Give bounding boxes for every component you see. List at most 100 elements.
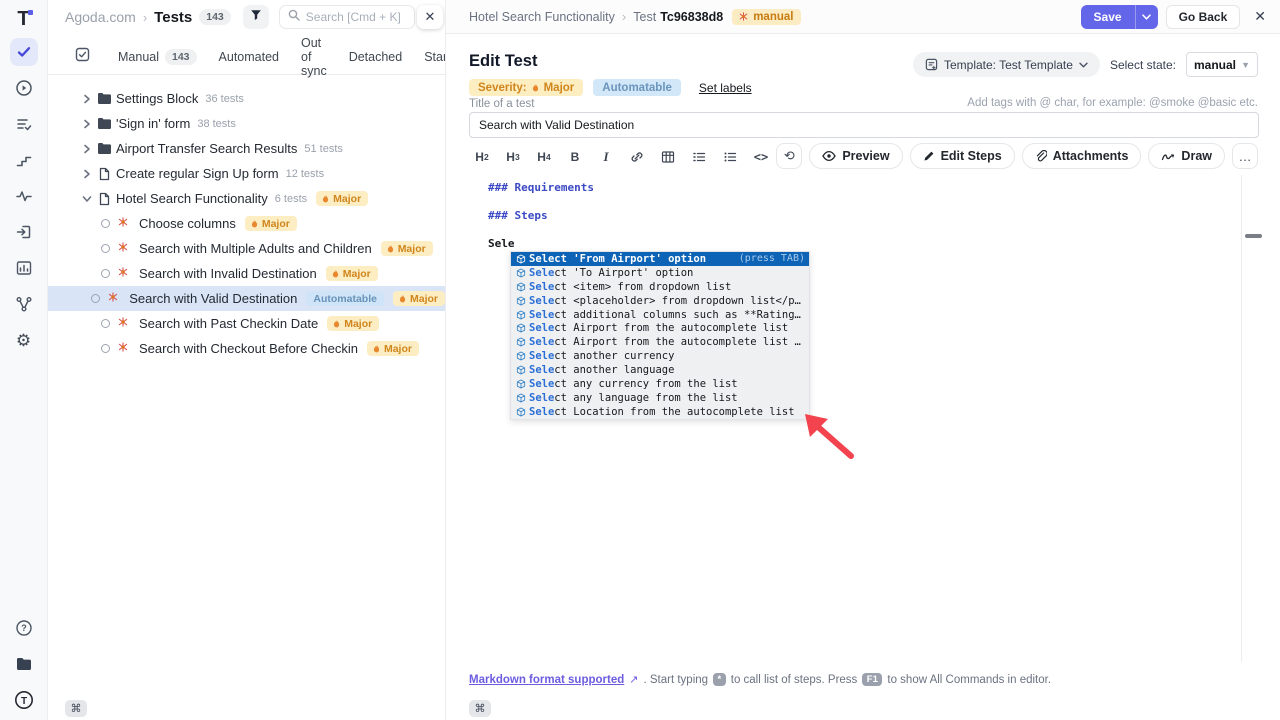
tree-suite-sign-in-form[interactable]: 'Sign in' form 38 tests	[48, 111, 445, 136]
italic-button[interactable]: I	[595, 146, 617, 168]
editor-heading-steps[interactable]: ### Steps	[488, 209, 548, 222]
nav-import[interactable]	[10, 218, 38, 246]
chevron-right-icon[interactable]	[80, 94, 94, 104]
close-search-button[interactable]: ✕	[417, 5, 443, 29]
autocomplete-item[interactable]: Select another language	[511, 363, 809, 377]
attachments-button[interactable]: Attachments	[1022, 143, 1142, 169]
link-button[interactable]	[626, 146, 648, 168]
severity-pill[interactable]: Severity: Major	[469, 79, 583, 96]
test-status-circle[interactable]	[101, 269, 110, 278]
tree-suite-create-signup[interactable]: Create regular Sign Up form 12 tests	[48, 161, 445, 186]
tree-suite-hotel-search[interactable]: Hotel Search Functionality 6 tests Major	[48, 186, 445, 211]
autocomplete-item[interactable]: Select <item> from dropdown list	[511, 280, 809, 294]
autocomplete-item[interactable]: Select Airport from the autocomplete lis…	[511, 335, 809, 349]
nav-steps[interactable]	[10, 146, 38, 174]
testomat-logo[interactable]: T	[17, 8, 29, 30]
tab-manual[interactable]: Manual 143	[118, 49, 197, 65]
editor-typed-text[interactable]: Sele	[488, 237, 515, 250]
preview-button[interactable]: Preview	[809, 143, 902, 169]
template-button[interactable]: Template: Test Template	[913, 52, 1100, 77]
autocomplete-item[interactable]: Select <placeholder> from dropdown list<…	[511, 294, 809, 308]
set-labels-link[interactable]: Set labels	[699, 81, 752, 95]
breadcrumb-suite[interactable]: Hotel Search Functionality	[469, 10, 615, 24]
chevron-right-icon[interactable]	[80, 169, 94, 179]
tree-test-invalid-destination[interactable]: Search with Invalid Destination Major	[48, 261, 445, 286]
nav-reports[interactable]	[10, 254, 38, 282]
code-button[interactable]: <>	[750, 146, 772, 168]
chevron-right-icon[interactable]	[80, 144, 94, 154]
step-cube-icon	[516, 282, 526, 292]
save-button[interactable]: Save	[1081, 5, 1158, 29]
more-actions-button[interactable]: …	[1232, 143, 1258, 169]
nav-settings[interactable]: ⚙	[10, 326, 38, 354]
search-input[interactable]	[306, 10, 406, 24]
search-field[interactable]	[279, 5, 415, 29]
test-status-circle[interactable]	[101, 219, 110, 228]
markdown-supported-link[interactable]: Markdown format supported	[469, 674, 624, 686]
tab-detached[interactable]: Detached	[349, 50, 403, 64]
state-select[interactable]: manual ▼	[1186, 52, 1258, 77]
autocomplete-item[interactable]: Select Location from the autocomplete li…	[511, 405, 809, 419]
history-button[interactable]: ⟲	[776, 143, 802, 169]
heading4-button[interactable]: H4	[533, 146, 555, 168]
test-status-circle[interactable]	[101, 344, 110, 353]
list-check-icon	[15, 115, 33, 133]
select-all-icon[interactable]	[75, 47, 90, 67]
table-button[interactable]	[657, 146, 679, 168]
test-status-circle[interactable]	[101, 244, 110, 253]
breadcrumb-project[interactable]: Agoda.com	[65, 9, 136, 25]
editor-scrollbar-thumb[interactable]	[1245, 234, 1262, 238]
tree-test-past-checkin[interactable]: Search with Past Checkin Date Major	[48, 311, 445, 336]
edit-steps-button[interactable]: Edit Steps	[910, 143, 1015, 169]
command-key-badge[interactable]: ⌘	[469, 700, 491, 717]
test-title-input[interactable]	[469, 112, 1259, 138]
automatable-pill[interactable]: Automatable	[593, 79, 681, 96]
heading2-button[interactable]: H2	[471, 146, 493, 168]
nav-analytics[interactable]	[10, 182, 38, 210]
autocomplete-item-selected[interactable]: Select 'From Airport' option (press TAB)	[511, 252, 809, 266]
nav-branches[interactable]	[10, 290, 38, 318]
tree-test-checkout-before-checkin[interactable]: Search with Checkout Before Checkin Majo…	[48, 336, 445, 361]
tab-out-of-sync[interactable]: Out of sync	[301, 36, 327, 78]
save-dropdown-caret[interactable]	[1135, 5, 1158, 29]
tests-tabs: Manual 143 Automated Out of sync Detache…	[48, 40, 445, 75]
autocomplete-item[interactable]: Select any language from the list	[511, 391, 809, 405]
tree-test-choose-columns[interactable]: Choose columns Major	[48, 211, 445, 236]
autocomplete-item[interactable]: Select any currency from the list	[511, 377, 809, 391]
editor-heading-requirements[interactable]: ### Requirements	[488, 181, 594, 194]
nav-runs[interactable]	[10, 74, 38, 102]
tree-test-multiple-adults[interactable]: Search with Multiple Adults and Children…	[48, 236, 445, 261]
autocomplete-item[interactable]: Select Airport from the autocomplete lis…	[511, 321, 809, 335]
nav-tests[interactable]	[10, 38, 38, 66]
nav-profile[interactable]: T	[10, 686, 38, 714]
tree-suite-settings-block[interactable]: Settings Block 36 tests	[48, 86, 445, 111]
external-link-icon[interactable]: ↗	[629, 673, 638, 686]
chevron-down-icon[interactable]	[80, 195, 94, 203]
filter-button[interactable]	[243, 5, 269, 29]
tree-suite-airport-transfer[interactable]: Airport Transfer Search Results 51 tests	[48, 136, 445, 161]
save-button-label[interactable]: Save	[1081, 5, 1135, 29]
tree-test-valid-destination[interactable]: Search with Valid Destination Automatabl…	[48, 286, 445, 311]
autocomplete-item[interactable]: Select additional columns such as **Rati…	[511, 308, 809, 322]
autocomplete-item[interactable]: Select 'To Airport' option	[511, 266, 809, 280]
nav-help[interactable]: ?	[10, 614, 38, 642]
severity-badge: Major	[367, 341, 419, 356]
go-back-button[interactable]: Go Back	[1166, 5, 1241, 29]
test-status-circle[interactable]	[91, 294, 100, 303]
autocomplete-item[interactable]: Select another currency	[511, 349, 809, 363]
test-meta-badges: Severity: Major Automatable Set labels	[469, 79, 752, 96]
test-status-circle[interactable]	[101, 319, 110, 328]
suite-count: 36 tests	[205, 93, 244, 105]
draw-button[interactable]: Draw	[1148, 143, 1225, 169]
close-panel-button[interactable]: ✕	[1254, 8, 1266, 25]
bold-button[interactable]: B	[564, 146, 586, 168]
breadcrumb-page: Tests	[154, 9, 192, 26]
bullet-list-button[interactable]	[719, 146, 741, 168]
heading3-button[interactable]: H3	[502, 146, 524, 168]
nav-projects[interactable]	[10, 650, 38, 678]
nav-plans[interactable]	[10, 110, 38, 138]
tab-automated[interactable]: Automated	[219, 50, 279, 64]
ordered-list-button[interactable]	[688, 146, 710, 168]
chevron-right-icon[interactable]	[80, 119, 94, 129]
command-key-badge[interactable]: ⌘	[65, 700, 87, 717]
